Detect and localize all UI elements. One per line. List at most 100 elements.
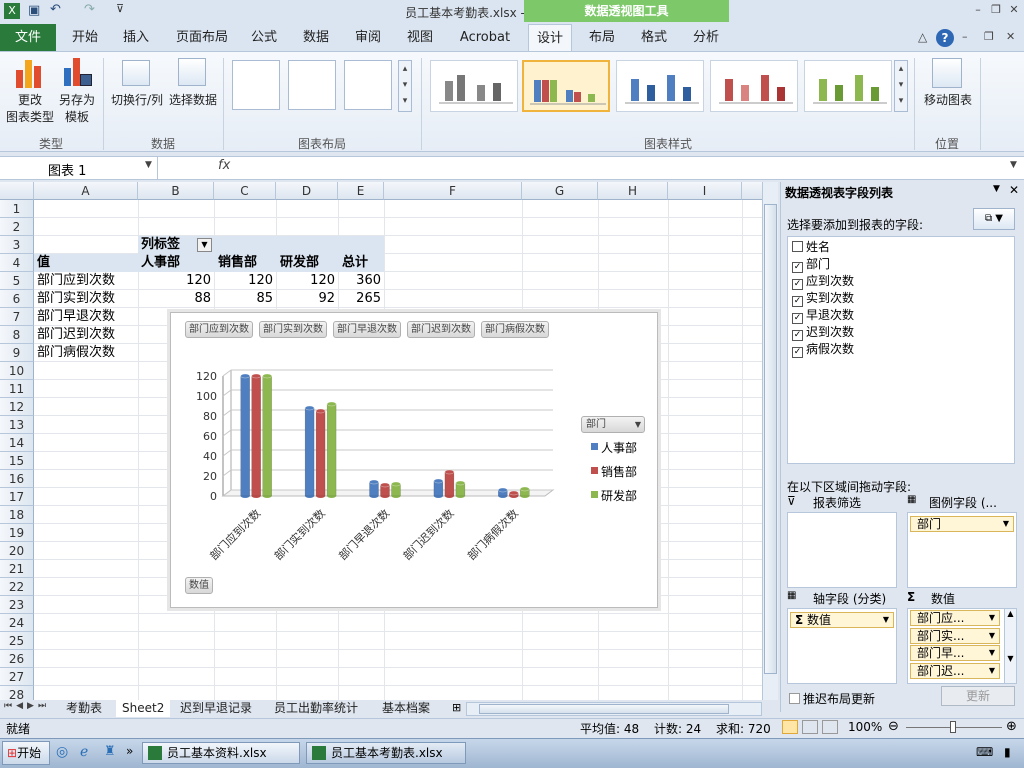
row-header[interactable]: 22	[0, 578, 34, 596]
expand-formula-bar-icon[interactable]: ▼	[1010, 160, 1017, 170]
sheet-tab[interactable]: 员工出勤率统计	[268, 700, 364, 717]
name-box-dropdown-icon[interactable]: ▼	[145, 160, 152, 170]
bar-销售部-部门迟到次数[interactable]	[444, 471, 455, 497]
tab-formulas[interactable]: 公式	[242, 24, 286, 51]
field-checkbox[interactable]: ✓	[792, 347, 803, 358]
tab-file[interactable]: 文件	[0, 24, 56, 51]
tab-home[interactable]: 开始	[60, 24, 110, 51]
row-header[interactable]: 16	[0, 470, 34, 488]
legend-item[interactable]: 人事部	[601, 439, 637, 456]
value-field-item[interactable]: 部门应... ▼	[910, 610, 1000, 626]
field-item[interactable]: ✓ 应到次数	[792, 273, 854, 290]
chart-layout-option[interactable]	[288, 60, 336, 110]
dropdown-icon[interactable]: ▼	[989, 646, 995, 660]
sheet-tab[interactable]: 迟到早退记录	[174, 700, 258, 717]
dropdown-icon[interactable]: ▼	[989, 664, 995, 678]
formula-input[interactable]	[236, 157, 1010, 179]
dropdown-icon[interactable]: ▼	[989, 629, 995, 643]
sheet-nav-arrows[interactable]: ⏮◀▶⏭	[4, 701, 50, 711]
internet-explorer-icon[interactable]: ℯ	[80, 744, 88, 760]
pivot-cell[interactable]: 120	[214, 272, 273, 290]
collapse-ribbon-icon[interactable]: △	[918, 30, 927, 44]
quicklaunch-more-icon[interactable]: »	[126, 744, 133, 758]
insert-sheet-icon[interactable]: ⊞	[452, 701, 461, 714]
bar-销售部-部门实到次数[interactable]	[315, 410, 326, 497]
horizontal-scroll-thumb[interactable]	[479, 704, 729, 714]
pivot-cell[interactable]: 85	[214, 290, 273, 308]
legend-fields-area[interactable]: 部门 ▼	[907, 512, 1017, 588]
axis-fields-area[interactable]: Σ 数值 ▼	[787, 608, 897, 684]
row-header[interactable]: 14	[0, 434, 34, 452]
move-chart-button[interactable]: 移动图表	[918, 92, 978, 109]
column-header[interactable]: B	[138, 182, 214, 200]
legend-field-button[interactable]: 部门 ▼	[581, 416, 645, 433]
field-layout-options-icon[interactable]: ⧉ ▼	[973, 208, 1015, 230]
field-item[interactable]: ✓ 部门	[792, 256, 830, 273]
column-header[interactable]: D	[276, 182, 338, 200]
horizontal-scrollbar[interactable]	[466, 702, 762, 716]
pivot-cell[interactable]: 120	[138, 272, 211, 290]
report-filter-area[interactable]	[787, 512, 897, 588]
legend-dropdown-icon[interactable]: ▼	[635, 417, 641, 432]
value-field-item[interactable]: 部门早... ▼	[910, 645, 1000, 661]
values-scrollbar[interactable]: ▲ ▼	[1004, 609, 1016, 683]
column-header[interactable]: F	[384, 182, 522, 200]
tab-layout[interactable]: 布局	[580, 24, 624, 51]
switch-row-column-button[interactable]: 切换行/列	[108, 92, 166, 109]
row-header[interactable]: 24	[0, 614, 34, 632]
dropdown-icon[interactable]: ▼	[989, 611, 995, 625]
tab-review[interactable]: 审阅	[346, 24, 390, 51]
row-header[interactable]: 18	[0, 506, 34, 524]
row-header[interactable]: 5	[0, 272, 34, 290]
save-as-template-button[interactable]: 另存为 模板	[54, 92, 100, 126]
sheet-tab[interactable]: 基本档案	[376, 700, 436, 717]
row-header[interactable]: 9	[0, 344, 34, 362]
taskbar-item[interactable]: 员工基本资料.xlsx	[142, 742, 300, 764]
row-header[interactable]: 27	[0, 668, 34, 686]
column-header[interactable]: C	[214, 182, 276, 200]
move-chart-icon[interactable]	[932, 58, 962, 88]
column-header[interactable]: E	[338, 182, 384, 200]
sheet-tab-active[interactable]: Sheet2	[116, 700, 171, 717]
row-header[interactable]: 23	[0, 596, 34, 614]
insert-function-icon[interactable]: fx	[218, 158, 230, 173]
value-field-item[interactable]: 部门迟... ▼	[910, 662, 1000, 679]
panel-options-icon[interactable]: ▼	[993, 184, 1000, 194]
bar-研发部-部门实到次数[interactable]	[326, 403, 337, 497]
vertical-scroll-thumb[interactable]	[764, 204, 777, 674]
chart-style-red[interactable]	[710, 60, 798, 112]
bar-销售部-部门应到次数[interactable]	[251, 375, 261, 497]
row-header[interactable]: 11	[0, 380, 34, 398]
bar-研发部-部门应到次数[interactable]	[262, 375, 272, 497]
field-item[interactable]: ✓ 实到次数	[792, 290, 854, 307]
field-item[interactable]: ✓ 早退次数	[792, 307, 854, 324]
row-header[interactable]: 6	[0, 290, 34, 308]
help-icon[interactable]: ?	[936, 29, 954, 47]
row-header[interactable]: 19	[0, 524, 34, 542]
row-header[interactable]: 25	[0, 632, 34, 650]
bar-人事部-部门实到次数[interactable]	[304, 407, 315, 497]
field-checkbox[interactable]: ✓	[792, 313, 803, 324]
field-item[interactable]: ✓ 病假次数	[792, 341, 854, 358]
axis-field-item[interactable]: Σ 数值 ▼	[790, 612, 894, 628]
normal-view-icon[interactable]	[782, 720, 798, 734]
row-header[interactable]: 2	[0, 218, 34, 236]
page-layout-view-icon[interactable]	[802, 720, 818, 734]
row-header[interactable]: 13	[0, 416, 34, 434]
column-header[interactable]: I	[668, 182, 742, 200]
chart-style-green[interactable]	[804, 60, 892, 112]
tab-insert[interactable]: 插入	[112, 24, 160, 51]
update-button[interactable]: 更新	[941, 686, 1015, 706]
pivot-cell[interactable]: 88	[138, 290, 211, 308]
style-gallery-scroll[interactable]: ▴ ▾ ▾	[894, 60, 908, 112]
pivot-cell[interactable]: 265	[338, 290, 381, 308]
panel-close-icon[interactable]: ✕	[1009, 183, 1019, 197]
row-header[interactable]: 3	[0, 236, 34, 254]
defer-update-checkbox[interactable]: 推迟布局更新	[789, 690, 875, 707]
name-box[interactable]: 图表 1	[0, 157, 158, 179]
column-header[interactable]: H	[598, 182, 668, 200]
minimize-icon[interactable]: –	[970, 3, 986, 17]
restore-icon[interactable]: ❐	[988, 3, 1004, 17]
vertical-scrollbar[interactable]	[762, 182, 778, 700]
pivot-cell[interactable]: 360	[338, 272, 381, 290]
